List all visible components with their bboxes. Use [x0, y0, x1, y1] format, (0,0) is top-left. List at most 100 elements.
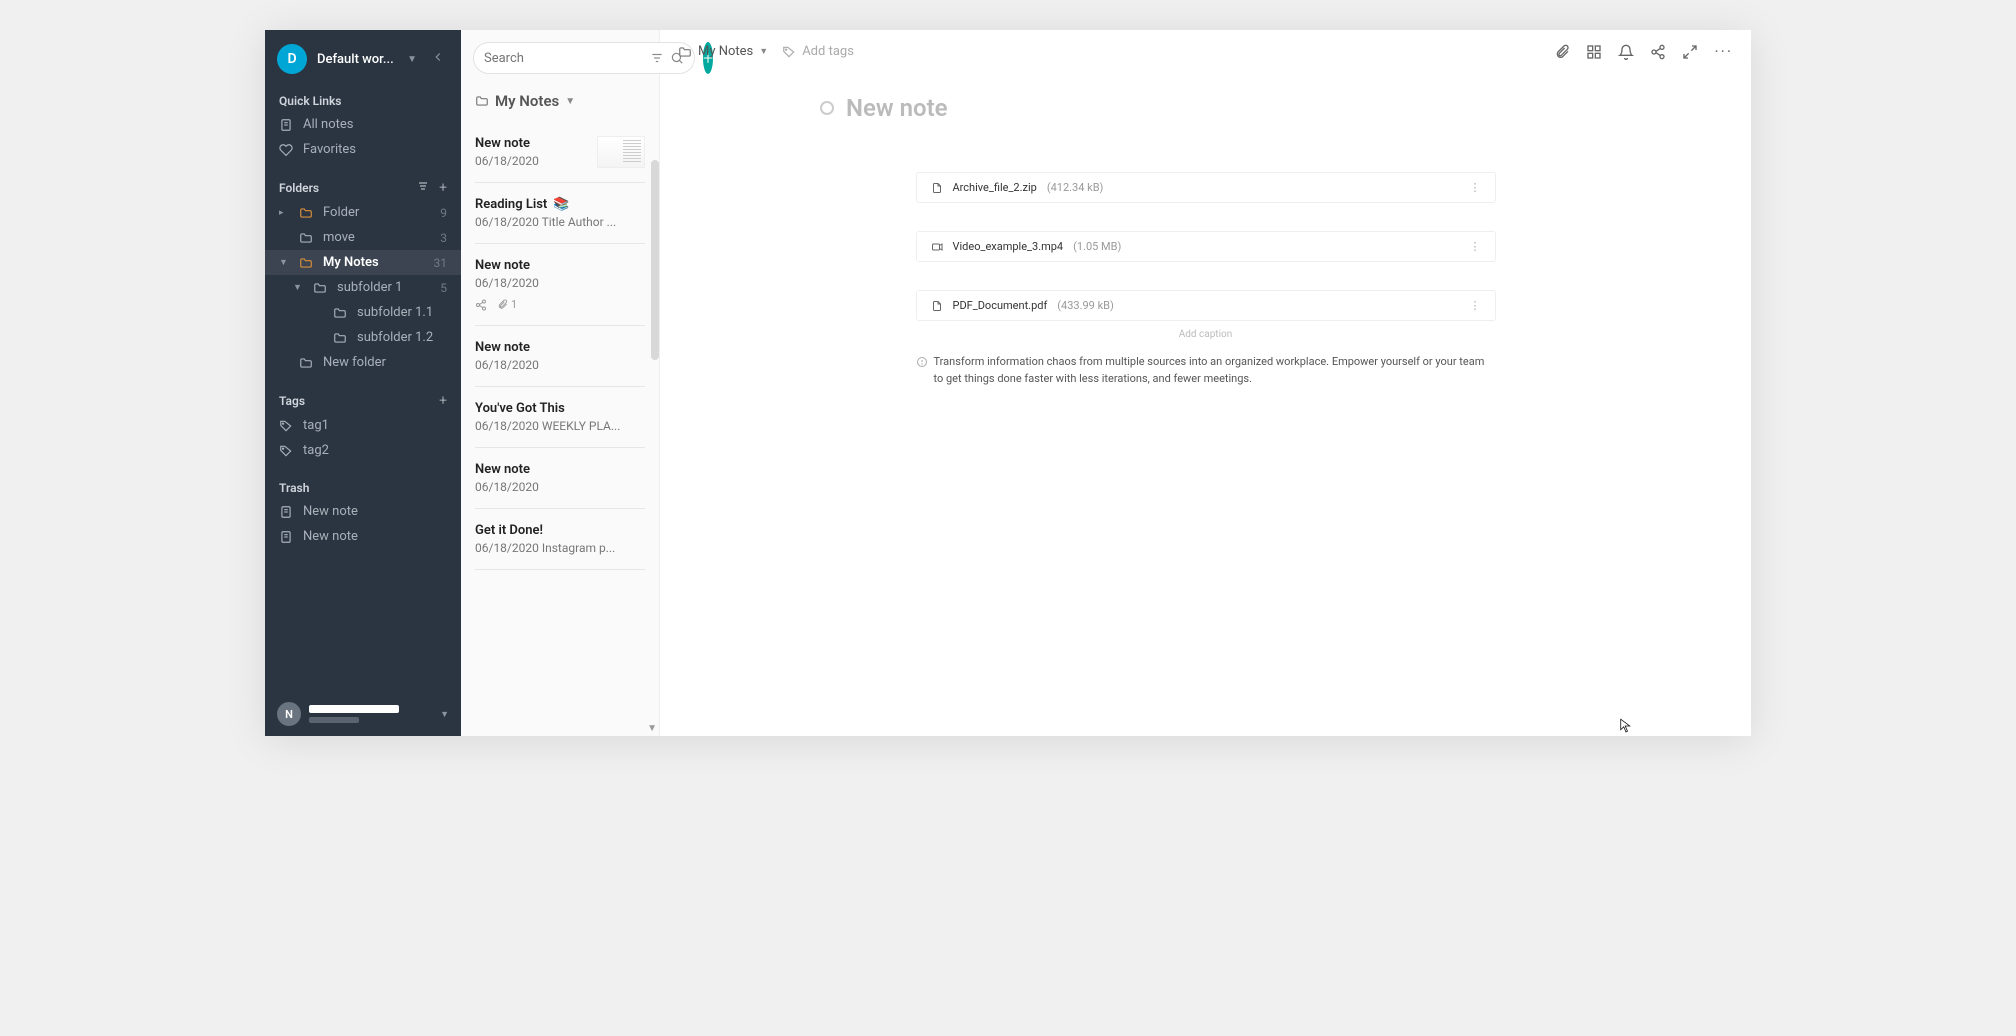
note-list-item[interactable]: New note 06/18/2020	[475, 326, 645, 387]
file-icon	[931, 182, 943, 194]
folder-icon	[678, 45, 692, 59]
heart-icon	[279, 143, 293, 157]
folder-icon	[333, 331, 347, 345]
note-status-bullet[interactable]	[820, 101, 834, 115]
trash-item[interactable]: New note	[265, 524, 461, 549]
note-icon	[279, 118, 293, 132]
folder-label: My Notes	[323, 255, 424, 270]
tag-icon	[279, 444, 293, 458]
folders-header: Folders +	[265, 174, 461, 200]
folder-icon	[299, 256, 313, 270]
attachment-more-icon[interactable]: ⋮	[1470, 181, 1481, 194]
notelist-breadcrumb[interactable]: My Notes ▼	[461, 86, 659, 122]
folder-item-move[interactable]: move3	[265, 225, 461, 250]
folder-item-subfolder-1.1[interactable]: subfolder 1.1	[265, 300, 461, 325]
attachment-name: Archive_file_2.zip	[953, 181, 1037, 194]
folder-icon	[299, 206, 313, 220]
folder-icon	[299, 231, 313, 245]
attachment-name: PDF_Document.pdf	[953, 299, 1048, 312]
attachment-more-icon[interactable]: ⋮	[1470, 240, 1481, 253]
note-item-title: New note	[475, 462, 645, 477]
folder-count: 9	[440, 206, 447, 220]
expand-icon[interactable]	[1682, 44, 1698, 60]
note-title[interactable]: New note	[846, 94, 948, 122]
trash-header: Trash	[265, 475, 461, 499]
folder-icon	[299, 356, 313, 370]
note-list-panel: + My Notes ▼ New note06/18/2020Reading L…	[461, 30, 660, 736]
chevron-down-icon: ▼	[407, 54, 417, 65]
search-field[interactable]	[484, 51, 650, 66]
chevron-down-icon: ▼	[759, 46, 768, 57]
note-icon	[279, 505, 293, 519]
folder-label: New folder	[323, 355, 447, 370]
note-list-item[interactable]: Get it Done! 06/18/2020 Instagram p...	[475, 509, 645, 570]
workspace-avatar: D	[277, 44, 307, 74]
folder-item-my-notes[interactable]: ▼My Notes31	[265, 250, 461, 275]
note-item-meta: 06/18/2020	[475, 358, 645, 372]
note-list-item[interactable]: You've Got This06/18/2020 WEEKLY PLA...	[475, 387, 645, 448]
share-icon[interactable]	[1650, 44, 1666, 60]
folder-label: move	[323, 230, 430, 245]
tag-icon	[782, 45, 796, 59]
editor-toolbar: My Notes ▼ Add tags ···	[660, 30, 1751, 74]
note-item-title: New note	[475, 340, 645, 355]
more-icon[interactable]: ···	[1714, 42, 1733, 61]
chevron-down-icon: ▼	[440, 709, 449, 720]
note-item-meta: 06/18/2020	[475, 480, 645, 494]
note-paragraph[interactable]: Transform information chaos from multipl…	[916, 354, 1496, 387]
add-folder-button[interactable]: +	[439, 180, 447, 196]
block-icon	[916, 356, 928, 368]
favorites-link[interactable]: Favorites	[265, 137, 461, 162]
scroll-down-icon[interactable]: ▼	[647, 723, 657, 734]
folder-label: subfolder 1	[337, 280, 430, 295]
tag-item-tag2[interactable]: tag2	[265, 438, 461, 463]
user-menu[interactable]: N ▼	[265, 692, 461, 736]
note-item-meta: 06/18/2020 Instagram p...	[475, 541, 645, 555]
attachment-size: (433.99 kB)	[1057, 299, 1114, 312]
tag-item-tag1[interactable]: tag1	[265, 413, 461, 438]
all-notes-link[interactable]: All notes	[265, 112, 461, 137]
grid-icon[interactable]	[1586, 44, 1602, 60]
bell-icon[interactable]	[1618, 44, 1634, 60]
attachment-size: (412.34 kB)	[1047, 181, 1104, 194]
tags-header: Tags +	[265, 387, 461, 413]
file-icon	[931, 300, 943, 312]
note-list-item[interactable]: New note06/18/2020	[475, 122, 645, 183]
disclosure-triangle[interactable]: ▼	[279, 257, 289, 268]
note-item-meta: 06/18/2020	[475, 276, 645, 290]
note-item-title: Get it Done!	[475, 523, 645, 538]
note-item-title: New note	[475, 258, 645, 273]
note-icon	[279, 530, 293, 544]
tag-icon	[279, 419, 293, 433]
folder-item-folder[interactable]: ▸Folder9	[265, 200, 461, 225]
attachment-block[interactable]: Archive_file_2.zip (412.34 kB) ⋮	[916, 172, 1496, 203]
disclosure-triangle[interactable]: ▸	[279, 208, 289, 218]
note-thumbnail	[597, 136, 645, 168]
disclosure-triangle[interactable]: ▼	[293, 282, 303, 293]
attachment-more-icon[interactable]: ⋮	[1470, 299, 1481, 312]
add-tags-button[interactable]: Add tags	[782, 44, 854, 59]
attachment-block[interactable]: Video_example_3.mp4(1.05 MB)⋮	[916, 231, 1496, 262]
attachment-count: 1	[497, 298, 517, 311]
editor-body[interactable]: New note Archive_file_2.zip(412.34 kB)⋮V…	[660, 74, 1751, 736]
collapse-sidebar-button[interactable]	[427, 46, 449, 72]
folder-icon	[313, 281, 327, 295]
sort-icon[interactable]	[417, 180, 429, 192]
workspace-name: Default wor...	[317, 52, 397, 67]
scrollbar[interactable]	[651, 160, 659, 360]
note-list-item[interactable]: New note 06/18/2020 1	[475, 244, 645, 326]
note-list-item[interactable]: Reading List 📚06/18/2020 Title Author ..…	[475, 183, 645, 244]
editor-breadcrumb[interactable]: My Notes ▼	[678, 44, 768, 59]
folder-item-subfolder-1.2[interactable]: subfolder 1.2	[265, 325, 461, 350]
attachment-icon[interactable]	[1554, 44, 1570, 60]
workspace-switcher[interactable]: D Default wor... ▼	[265, 30, 461, 88]
trash-item[interactable]: New note	[265, 499, 461, 524]
note-list-item[interactable]: New note 06/18/2020	[475, 448, 645, 509]
folder-item-subfolder-1[interactable]: ▼subfolder 15	[265, 275, 461, 300]
folder-item-new-folder[interactable]: New folder	[265, 350, 461, 375]
note-item-title: Reading List 📚	[475, 197, 645, 212]
caption-placeholder[interactable]: Add caption	[916, 329, 1496, 340]
attachment-block[interactable]: PDF_Document.pdf (433.99 kB) ⋮	[916, 290, 1496, 321]
add-tag-button[interactable]: +	[439, 393, 447, 409]
sidebar: D Default wor... ▼ Quick Links All notes…	[265, 30, 461, 736]
